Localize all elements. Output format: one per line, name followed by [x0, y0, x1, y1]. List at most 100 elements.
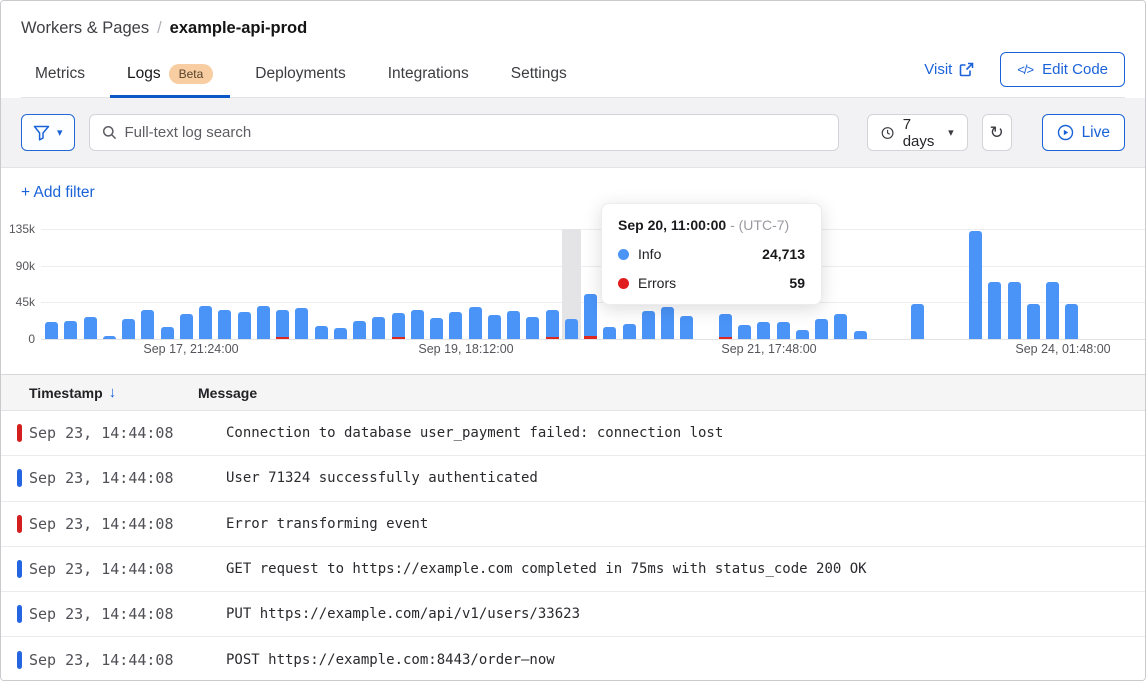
log-volume-bar[interactable] [141, 310, 154, 339]
column-header-timestamp[interactable]: Timestamp ↓ [1, 384, 198, 401]
info-segment [988, 282, 1001, 339]
log-volume-bar[interactable] [796, 330, 809, 339]
log-volume-bar[interactable] [1065, 304, 1078, 339]
chart-plot-area: 135k90k45k0Sep 17, 21:24:00Sep 19, 18:12… [41, 229, 1145, 339]
tab-metrics[interactable]: Metrics [21, 55, 106, 96]
info-segment [1065, 304, 1078, 339]
info-segment [623, 324, 636, 339]
log-volume-bar[interactable] [238, 312, 251, 339]
log-volume-bar[interactable] [276, 310, 289, 339]
tab-logs[interactable]: Logs Beta [106, 54, 234, 97]
info-segment [430, 318, 443, 339]
info-segment [488, 315, 501, 339]
search-input[interactable] [125, 124, 826, 141]
log-volume-bar[interactable] [815, 319, 828, 339]
log-volume-bar[interactable] [777, 322, 790, 339]
errors-segment [546, 337, 559, 339]
log-row[interactable]: Sep 23, 14:44:08PUT https://example.com/… [1, 592, 1145, 637]
y-axis-label: 0 [1, 332, 35, 346]
breadcrumb: Workers & Pages / example-api-prod [21, 19, 1125, 38]
log-volume-bar[interactable] [911, 304, 924, 339]
info-segment [738, 325, 751, 339]
log-table: Timestamp ↓ Message Sep 23, 14:44:08Conn… [1, 374, 1145, 681]
log-volume-bar[interactable] [315, 326, 328, 339]
log-volume-bar[interactable] [449, 312, 462, 339]
log-volume-bar[interactable] [738, 325, 751, 339]
log-volume-bar[interactable] [757, 322, 770, 339]
log-row[interactable]: Sep 23, 14:44:08Error transforming event [1, 502, 1145, 547]
log-volume-bar[interactable] [488, 315, 501, 339]
log-volume-bar[interactable] [64, 321, 77, 339]
log-volume-bar[interactable] [122, 319, 135, 339]
tab-settings[interactable]: Settings [490, 55, 588, 96]
log-volume-bar[interactable] [180, 314, 193, 339]
log-volume-bar[interactable] [834, 314, 847, 339]
log-volume-bar[interactable] [84, 317, 97, 339]
external-link-icon [959, 62, 974, 77]
info-segment [103, 336, 116, 339]
errors-dot-icon [618, 278, 629, 289]
log-volume-bar[interactable] [1008, 282, 1021, 339]
log-volume-bar[interactable] [565, 319, 578, 339]
info-segment [1027, 304, 1040, 339]
log-volume-bar[interactable] [546, 310, 559, 339]
info-segment [680, 316, 693, 339]
log-volume-bar[interactable] [969, 231, 982, 339]
log-volume-bar[interactable] [161, 327, 174, 339]
log-row[interactable]: Sep 23, 14:44:08Connection to database u… [1, 411, 1145, 456]
visit-link[interactable]: Visit [924, 61, 974, 78]
log-volume-bar[interactable] [295, 308, 308, 339]
sort-descending-icon: ↓ [109, 384, 117, 401]
log-volume-bar[interactable] [334, 328, 347, 339]
gridline [41, 339, 1145, 340]
log-volume-bar[interactable] [45, 322, 58, 339]
log-volume-bar[interactable] [218, 310, 231, 339]
log-message: PUT https://example.com/api/v1/users/336… [198, 606, 580, 622]
breadcrumb-section[interactable]: Workers & Pages [21, 19, 149, 38]
info-segment [777, 322, 790, 339]
time-range-dropdown[interactable]: 7 days ▾ [867, 114, 968, 151]
log-row[interactable]: Sep 23, 14:44:08User 71324 successfully … [1, 456, 1145, 501]
info-segment [199, 306, 212, 339]
log-volume-bar[interactable] [623, 324, 636, 339]
filter-dropdown-button[interactable]: ▾ [21, 114, 75, 151]
severity-info-indicator [17, 605, 22, 623]
log-message: Error transforming event [198, 516, 428, 532]
log-volume-bar[interactable] [392, 313, 405, 339]
log-volume-bar[interactable] [199, 306, 212, 339]
info-segment [218, 310, 231, 339]
tab-deployments[interactable]: Deployments [234, 55, 366, 96]
log-volume-bar[interactable] [854, 331, 867, 339]
errors-count: 59 [789, 275, 805, 291]
info-segment [603, 327, 616, 339]
log-volume-bar[interactable] [507, 311, 520, 339]
tab-bar: Metrics Logs Beta Deployments Integratio… [21, 52, 1125, 98]
refresh-button[interactable]: ↻ [982, 114, 1012, 151]
log-volume-bar[interactable] [661, 307, 674, 339]
log-volume-bar[interactable] [1027, 304, 1040, 339]
log-volume-bar[interactable] [353, 321, 366, 339]
log-volume-bar[interactable] [469, 307, 482, 339]
log-volume-bar[interactable] [103, 336, 116, 339]
log-volume-bar[interactable] [526, 317, 539, 339]
live-button[interactable]: Live [1042, 114, 1125, 151]
info-segment [719, 314, 732, 337]
log-volume-bar[interactable] [680, 316, 693, 339]
log-volume-bar[interactable] [988, 282, 1001, 339]
info-segment [180, 314, 193, 339]
log-volume-bar[interactable] [719, 314, 732, 339]
log-volume-bar[interactable] [584, 294, 597, 339]
log-volume-bar[interactable] [603, 327, 616, 339]
add-filter-button[interactable]: + Add filter [21, 184, 95, 202]
log-volume-bar[interactable] [411, 310, 424, 339]
log-volume-bar[interactable] [257, 306, 270, 339]
log-volume-bar[interactable] [642, 311, 655, 339]
tooltip-info-row: Info 24,713 [618, 246, 805, 262]
log-volume-bar[interactable] [430, 318, 443, 339]
edit-code-button[interactable]: </> Edit Code [1000, 52, 1125, 87]
log-row[interactable]: Sep 23, 14:44:08POST https://example.com… [1, 637, 1145, 681]
tab-integrations[interactable]: Integrations [367, 55, 490, 96]
log-volume-bar[interactable] [372, 317, 385, 339]
log-row[interactable]: Sep 23, 14:44:08GET request to https://e… [1, 547, 1145, 592]
log-volume-bar[interactable] [1046, 282, 1059, 339]
